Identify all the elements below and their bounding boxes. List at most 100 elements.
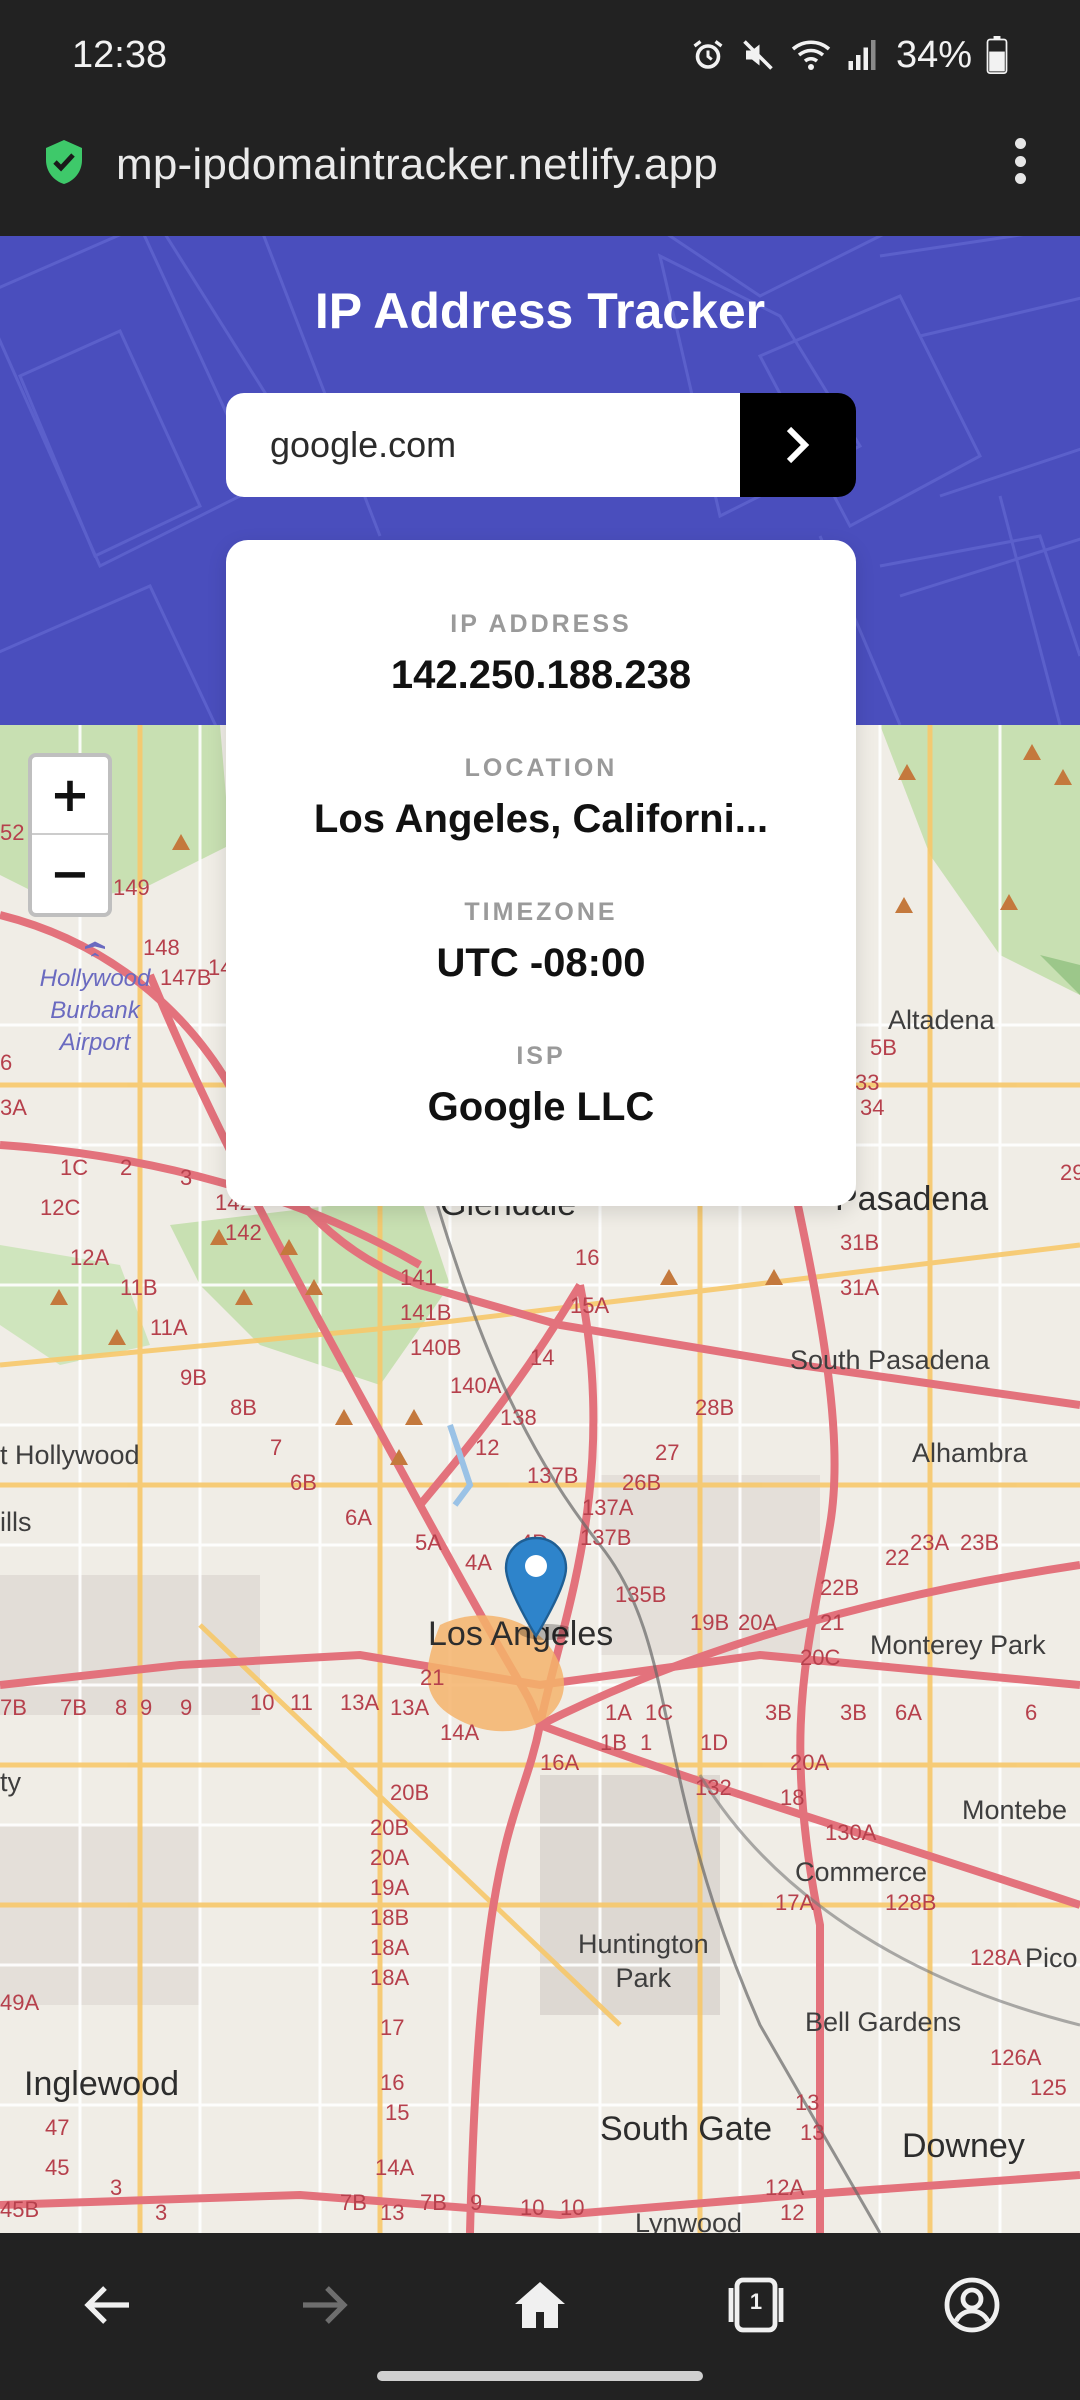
svg-text:3A: 3A [0, 1095, 27, 1120]
battery-percent: 34% [895, 33, 972, 76]
forward-arrow-icon [303, 2286, 348, 2324]
svg-text:7B: 7B [420, 2190, 447, 2215]
svg-text:11B: 11B [120, 1275, 158, 1300]
svg-text:6A: 6A [345, 1505, 372, 1530]
svg-text:147B: 147B [160, 965, 211, 990]
svg-text:13A: 13A [340, 1690, 379, 1715]
svg-text:13: 13 [795, 2090, 819, 2115]
map-zoom-control: + − [28, 753, 112, 917]
tabs-count: 1 [749, 2289, 763, 2314]
svg-text:15: 15 [385, 2100, 409, 2125]
svg-text:14A: 14A [375, 2155, 414, 2180]
alarm-icon [693, 40, 723, 69]
forward-button[interactable] [284, 2265, 364, 2345]
svg-text:45B: 45B [0, 2197, 39, 2222]
svg-text:16A: 16A [540, 1750, 579, 1775]
url-text[interactable]: mp-ipdomaintracker.netlify.app [116, 140, 718, 190]
svg-text:7: 7 [270, 1435, 282, 1460]
svg-text:3B: 3B [765, 1700, 792, 1725]
wifi-icon [791, 40, 831, 70]
account-icon [944, 2277, 1000, 2333]
page-title: IP Address Tracker [314, 283, 766, 339]
map-label-monterey-park: Monterey Park [870, 1630, 1046, 1660]
svg-text:13A: 13A [390, 1695, 429, 1720]
svg-text:12A: 12A [70, 1245, 109, 1270]
svg-text:29: 29 [1060, 1160, 1080, 1185]
svg-text:137A: 137A [582, 1495, 634, 1520]
svg-text:7B: 7B [340, 2190, 367, 2215]
ip-address-label: IP ADDRESS [450, 610, 632, 638]
back-button[interactable] [68, 2265, 148, 2345]
svg-text:52: 52 [0, 820, 24, 845]
map-label-city: ty [0, 1767, 22, 1797]
svg-text:19B: 19B [690, 1610, 729, 1635]
timezone-value: UTC -08:00 [436, 941, 646, 985]
svg-text:12: 12 [475, 1435, 499, 1460]
svg-text:11A: 11A [150, 1315, 188, 1340]
svg-text:18B: 18B [370, 1905, 409, 1930]
more-vert-icon[interactable] [1008, 138, 1032, 184]
svg-text:22B: 22B [820, 1575, 859, 1600]
home-button[interactable] [500, 2265, 580, 2345]
map-label-airport: Hollywood Burbank Airport [30, 931, 160, 1059]
svg-text:27: 27 [655, 1440, 679, 1465]
svg-text:5B: 5B [870, 1035, 897, 1060]
map-label-montebello: Montebe [962, 1795, 1068, 1825]
mute-icon [743, 40, 773, 70]
svg-text:1A: 1A [605, 1700, 632, 1725]
zoom-in-button[interactable]: + [32, 757, 108, 835]
svg-text:1: 1 [640, 1730, 652, 1755]
svg-text:7B: 7B [0, 1695, 27, 1720]
svg-text:20A: 20A [370, 1845, 409, 1870]
svg-text:5A: 5A [415, 1530, 442, 1555]
svg-text:141: 141 [400, 1265, 437, 1290]
chevron-right-icon [786, 426, 810, 464]
search-submit-button[interactable] [740, 393, 856, 497]
map-label-lynwood: Lynwood [635, 2208, 743, 2233]
svg-text:137B: 137B [527, 1463, 578, 1488]
location-marker-icon[interactable] [503, 1536, 569, 1640]
svg-text:3: 3 [155, 2200, 167, 2225]
status-time: 12:38 [72, 34, 168, 76]
svg-text:23A: 23A [910, 1530, 949, 1555]
map-label-west-hollywood: t Hollywood [0, 1440, 140, 1470]
location-value: Los Angeles, Californi... [313, 797, 769, 841]
svg-text:12A: 12A [765, 2175, 804, 2200]
svg-text:15A: 15A [570, 1293, 609, 1318]
svg-text:20C: 20C [800, 1645, 840, 1670]
svg-text:20A: 20A [790, 1750, 829, 1775]
map-label-huntington-park: Huntington Park [578, 1929, 709, 1993]
svg-text:7B: 7B [60, 1695, 87, 1720]
map-label-alhambra: Alhambra [912, 1438, 1028, 1468]
map-label-downey: Downey [902, 2127, 1025, 2165]
svg-text:28B: 28B [695, 1395, 734, 1420]
svg-text:130A: 130A [825, 1820, 877, 1845]
isp-value: Google LLC [427, 1085, 655, 1129]
map-label-pico: Pico [1025, 1943, 1078, 1973]
svg-text:149: 149 [113, 875, 150, 900]
svg-text:128A: 128A [970, 1945, 1022, 1970]
ip-address-value: 142.250.188.238 [390, 653, 692, 697]
svg-text:140A: 140A [450, 1373, 502, 1398]
svg-text:9: 9 [180, 1695, 192, 1720]
ip-address-block: IP ADDRESS 142.250.188.238 [226, 610, 856, 698]
svg-text:1C: 1C [60, 1155, 88, 1180]
map-label-commerce: Commerce [795, 1857, 928, 1887]
svg-text:148: 148 [143, 935, 180, 960]
svg-text:8B: 8B [230, 1395, 257, 1420]
svg-text:20B: 20B [390, 1780, 429, 1805]
search-input[interactable] [226, 393, 740, 497]
svg-text:141B: 141B [400, 1300, 451, 1325]
svg-text:47: 47 [45, 2115, 69, 2140]
gesture-home-indicator[interactable] [377, 2371, 703, 2381]
svg-text:49A: 49A [0, 1990, 39, 2015]
svg-text:33: 33 [855, 1070, 879, 1095]
tabs-button[interactable]: 1 [716, 2265, 796, 2345]
svg-text:20A: 20A [738, 1610, 777, 1635]
svg-text:126A: 126A [990, 2045, 1042, 2070]
map-label-altadena: Altadena [888, 1005, 995, 1035]
airport-icon [85, 931, 105, 957]
account-button[interactable] [932, 2265, 1012, 2345]
back-arrow-icon [84, 2286, 129, 2324]
zoom-out-button[interactable]: − [32, 835, 108, 913]
